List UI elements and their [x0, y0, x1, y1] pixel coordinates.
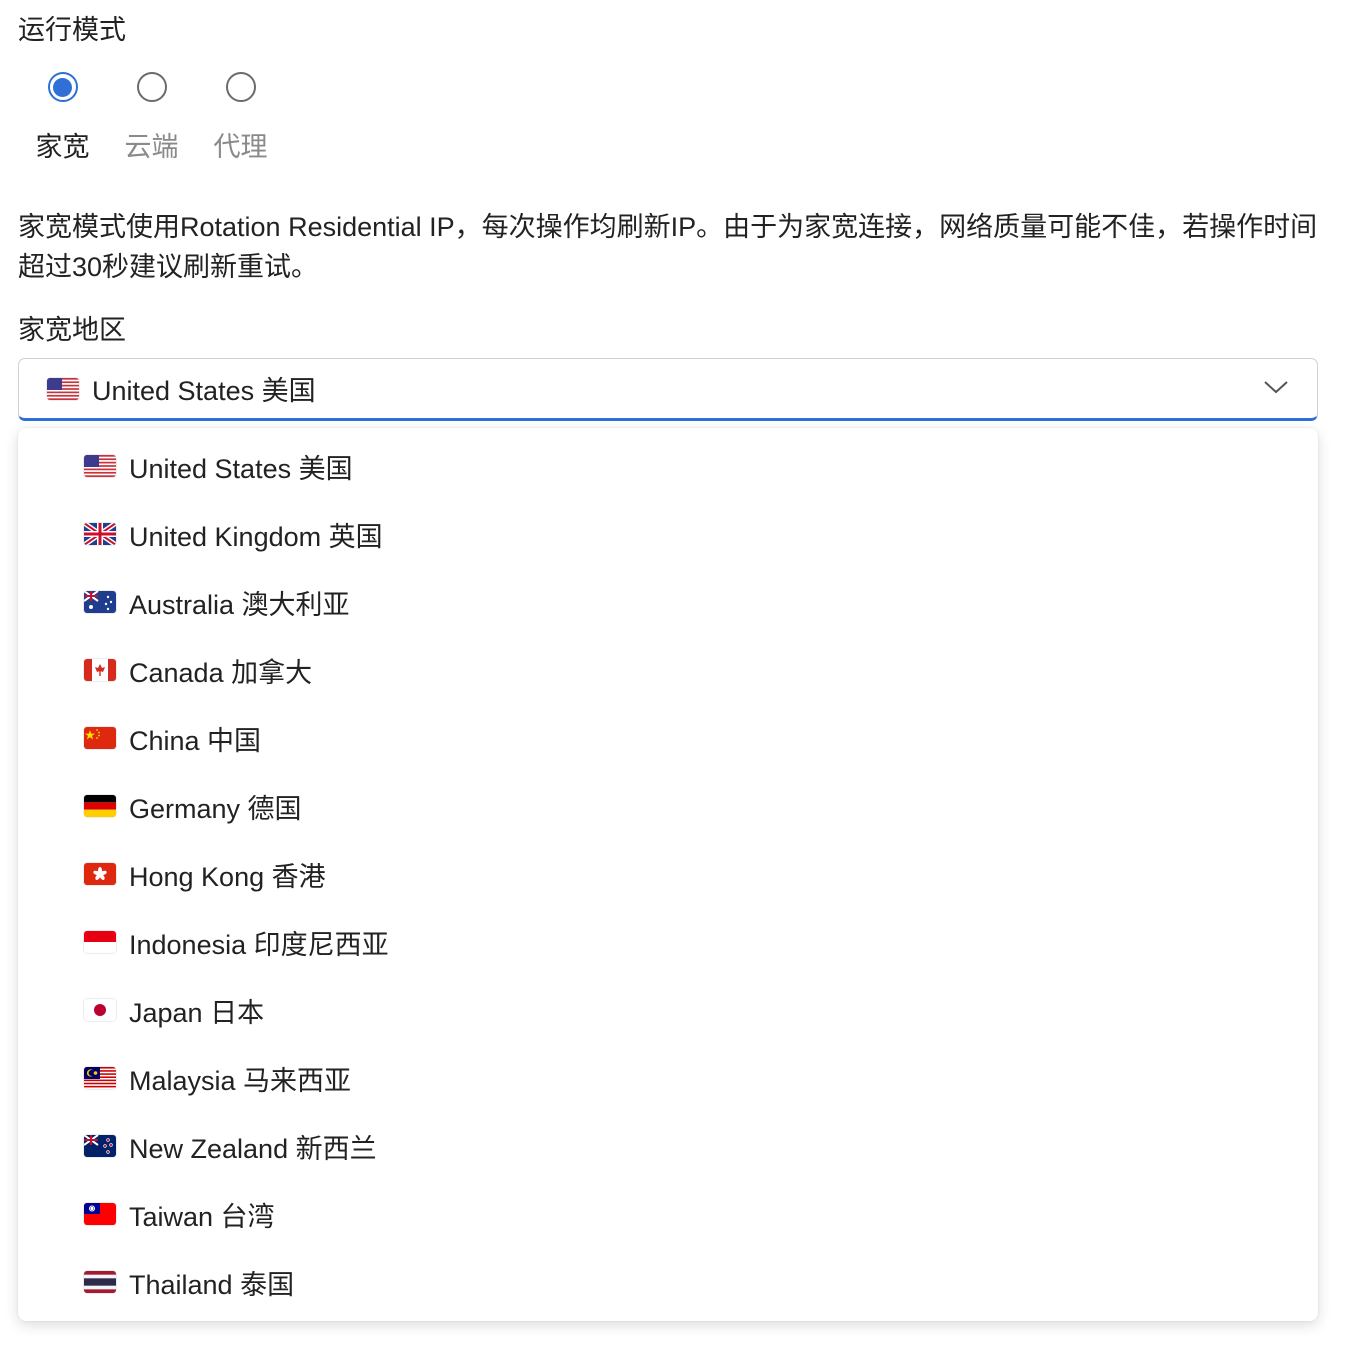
hong-kong-flag-icon: [84, 863, 116, 885]
region-option-label: Hong Kong 香港: [129, 861, 326, 892]
region-option-label: Taiwan 台湾: [129, 1201, 275, 1232]
region-option-label: Australia 澳大利亚: [129, 589, 350, 620]
region-option-canada[interactable]: Canada 加拿大: [18, 636, 1318, 704]
mode-option-label: 家宽: [35, 132, 90, 162]
malaysia-flag-icon: [84, 1067, 116, 1089]
region-option-label: China 中国: [129, 725, 262, 756]
mode-option-cloud[interactable]: 云端: [107, 72, 196, 164]
region-option-taiwan[interactable]: Taiwan 台湾: [18, 1180, 1318, 1248]
region-option-label: Canada 加拿大: [129, 657, 313, 688]
china-flag-icon: [84, 727, 116, 749]
mode-option-label: 云端: [124, 132, 179, 162]
region-dropdown-menu: United States 美国 United Kingdom 英国 Austr…: [18, 428, 1318, 1321]
chevron-down-icon[interactable]: [1263, 379, 1289, 395]
region-option-label: Indonesia 印度尼西亚: [129, 929, 389, 960]
radio-button-cloud[interactable]: [136, 72, 167, 102]
us-flag-icon: [47, 377, 79, 400]
region-option-thailand[interactable]: Thailand 泰国: [18, 1248, 1318, 1316]
region-option-new-zealand[interactable]: New Zealand 新西兰: [18, 1112, 1318, 1180]
region-option-label: United States 美国: [129, 453, 353, 484]
japan-flag-icon: [84, 999, 116, 1021]
region-option-australia[interactable]: Australia 澳大利亚: [18, 568, 1318, 636]
indonesia-flag-icon: [84, 931, 116, 953]
region-option-label: Malaysia 马来西亚: [129, 1065, 352, 1096]
canada-flag-icon: [84, 659, 116, 681]
region-option-china[interactable]: China 中国: [18, 704, 1318, 772]
region-option-united-states[interactable]: United States 美国: [18, 432, 1318, 500]
region-select[interactable]: United States 美国: [18, 358, 1318, 421]
region-label: 家宽地区: [18, 315, 126, 345]
thailand-flag-icon: [84, 1271, 116, 1293]
region-option-germany[interactable]: Germany 德国: [18, 772, 1318, 840]
region-option-indonesia[interactable]: Indonesia 印度尼西亚: [18, 908, 1318, 976]
region-option-label: New Zealand 新西兰: [129, 1133, 377, 1164]
region-option-malaysia[interactable]: Malaysia 马来西亚: [18, 1044, 1318, 1112]
region-option-hong-kong[interactable]: Hong Kong 香港: [18, 840, 1318, 908]
radio-button-home-broadband[interactable]: [47, 72, 78, 102]
region-option-label: Japan 日本: [129, 997, 265, 1028]
uk-flag-icon: [84, 523, 116, 545]
run-mode-label: 运行模式: [18, 15, 126, 45]
region-option-japan[interactable]: Japan 日本: [18, 976, 1318, 1044]
mode-option-label: 代理: [213, 132, 268, 162]
region-option-label: United Kingdom 英国: [129, 521, 383, 552]
mode-option-home-broadband[interactable]: 家宽: [18, 72, 107, 164]
new-zealand-flag-icon: [84, 1135, 116, 1157]
australia-flag-icon: [84, 591, 116, 613]
region-option-united-kingdom[interactable]: United Kingdom 英国: [18, 500, 1318, 568]
mode-option-proxy[interactable]: 代理: [196, 72, 285, 164]
region-selected-value: United States 美国: [92, 376, 316, 406]
radio-button-proxy[interactable]: [225, 72, 256, 102]
region-option-label: Germany 德国: [129, 793, 302, 824]
region-option-label: Thailand 泰国: [129, 1269, 295, 1300]
taiwan-flag-icon: [84, 1203, 116, 1225]
mode-description: 家宽模式使用Rotation Residential IP，每次操作均刷新IP。…: [18, 212, 1318, 282]
germany-flag-icon: [84, 795, 116, 817]
run-mode-radio-group: 家宽 云端 代理: [18, 72, 285, 164]
us-flag-icon: [84, 455, 116, 477]
